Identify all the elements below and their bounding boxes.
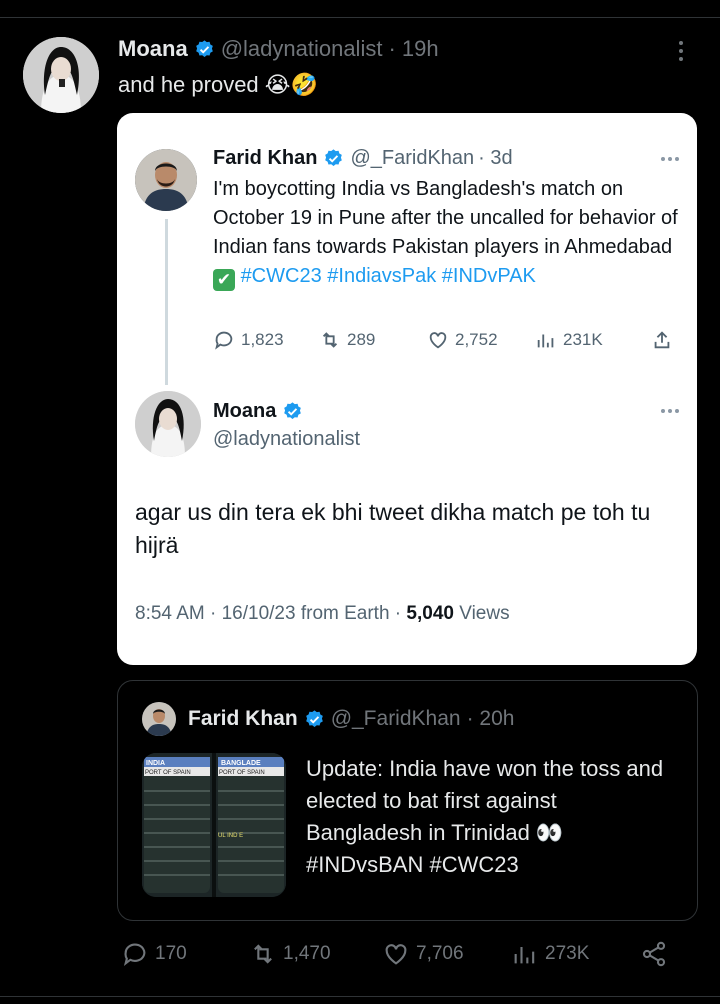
quote-tweet-text: Update: India have won the toss and elec…: [306, 756, 664, 877]
scoreboard-right-team: BANGLADE: [221, 760, 261, 767]
reply-meta: 8:54 AM · 16/10/23 from Earth · 5,040 Vi…: [135, 603, 510, 625]
like-button[interactable]: 7,706: [382, 940, 464, 968]
share-button[interactable]: [640, 940, 668, 968]
reply-author-avatar: [135, 391, 201, 457]
scoreboard-right-place: PORT OF SPAIN: [219, 770, 265, 776]
views-icon: [511, 940, 539, 968]
quote-author-name[interactable]: Farid Khan: [188, 707, 298, 731]
hashtag: #CWC23: [240, 265, 322, 287]
check-mark-emoji: ✔: [213, 269, 235, 291]
verified-badge-icon: [282, 401, 303, 422]
more-icon: [661, 409, 679, 413]
reply-count: 170: [155, 943, 187, 964]
views-count: 273K: [545, 943, 590, 964]
share-icon: [651, 329, 673, 351]
share-icon: [640, 940, 668, 968]
tweet-text: and he proved 😭🤣: [118, 72, 318, 97]
thread-line: [165, 219, 168, 385]
like-count: 7,706: [416, 943, 464, 964]
scoreboard-left-place: PORT OF SPAIN: [145, 770, 191, 776]
views-icon: [535, 329, 557, 351]
views-count: 231K: [563, 330, 603, 349]
quote-header: Farid Khan @_FaridKhan · 20h: [188, 707, 514, 731]
verified-badge-icon: [323, 148, 344, 169]
quote-author-handle[interactable]: @_FaridKhan: [331, 707, 461, 731]
reply-author-name: Moana: [213, 400, 277, 422]
screenshot-image[interactable]: Farid Khan @_FaridKhan · 3d I'm boycotti…: [117, 113, 697, 665]
quote-time[interactable]: · 20h: [467, 707, 515, 731]
views-button[interactable]: 273K: [511, 940, 589, 968]
like-stat: 2,752: [427, 329, 498, 351]
retweet-icon: [249, 940, 277, 968]
verified-badge-icon: [304, 709, 325, 730]
retweet-count: 289: [347, 330, 376, 349]
hashtag: #INDvPAK: [441, 265, 536, 287]
bottom-divider: [0, 996, 720, 997]
scoreboard-fragment: UL IND E: [218, 833, 243, 839]
views-stat: 231K: [535, 329, 603, 351]
like-count: 2,752: [455, 330, 498, 349]
more-icon: [661, 157, 679, 161]
quoted-author-name: Farid Khan: [213, 147, 318, 169]
retweet-button[interactable]: 1,470: [249, 940, 331, 968]
reply-text: agar us din tera ek bhi tweet dikha matc…: [135, 499, 651, 558]
author-handle[interactable]: @ladynationalist: [221, 36, 383, 62]
reply-button[interactable]: 170: [121, 940, 187, 968]
quoted-time: · 3d: [478, 147, 513, 169]
verified-badge-icon: [194, 39, 215, 60]
quoted-tweet-card[interactable]: Farid Khan @_FaridKhan · 20h INDIA PORT …: [117, 680, 698, 921]
more-icon[interactable]: [673, 38, 689, 66]
quoted-tweet-text: I'm boycotting India vs Bangladesh's mat…: [213, 175, 685, 291]
quoted-header: Farid Khan @_FaridKhan · 3d: [213, 147, 513, 170]
retweet-count: 1,470: [283, 943, 331, 964]
tweet-actions: 170 1,470 7,706 273K: [0, 940, 720, 980]
quoted-author-avatar: [135, 149, 197, 211]
reply-author-handle: @ladynationalist: [213, 428, 361, 450]
reply-timestamp: 8:54 AM · 16/10/23 from Earth ·: [135, 603, 402, 624]
scoreboard-left-team: INDIA: [146, 760, 165, 767]
retweet-icon: [319, 329, 341, 351]
retweet-stat: 289: [319, 329, 375, 351]
quoted-author-handle: @_FaridKhan: [350, 147, 475, 169]
reply-views-count: 5,040: [406, 603, 454, 624]
like-icon: [427, 329, 449, 351]
reply-header: Moana: [213, 400, 309, 423]
tweet-time[interactable]: · 19h: [388, 36, 438, 62]
scoreboard-thumbnail[interactable]: INDIA PORT OF SPAIN BANGLADE PORT OF SPA…: [142, 753, 286, 897]
reply-count: 1,823: [241, 330, 284, 349]
reply-icon: [213, 329, 235, 351]
author-avatar[interactable]: [23, 37, 99, 113]
reply-stat: 1,823: [213, 329, 284, 351]
quoted-text-body: I'm boycotting India vs Bangladesh's mat…: [213, 178, 678, 258]
reply-icon: [121, 940, 149, 968]
top-divider: [0, 17, 720, 18]
hashtag: #IndiavsPak: [327, 265, 437, 287]
like-icon: [382, 940, 410, 968]
reply-views-label: Views: [459, 603, 510, 624]
quote-author-avatar: [142, 702, 176, 736]
quoted-stats: 1,823 289 2,752 231K: [213, 329, 683, 359]
tweet-header: Moana @ladynationalist · 19h: [118, 36, 439, 62]
author-name[interactable]: Moana: [118, 36, 188, 62]
